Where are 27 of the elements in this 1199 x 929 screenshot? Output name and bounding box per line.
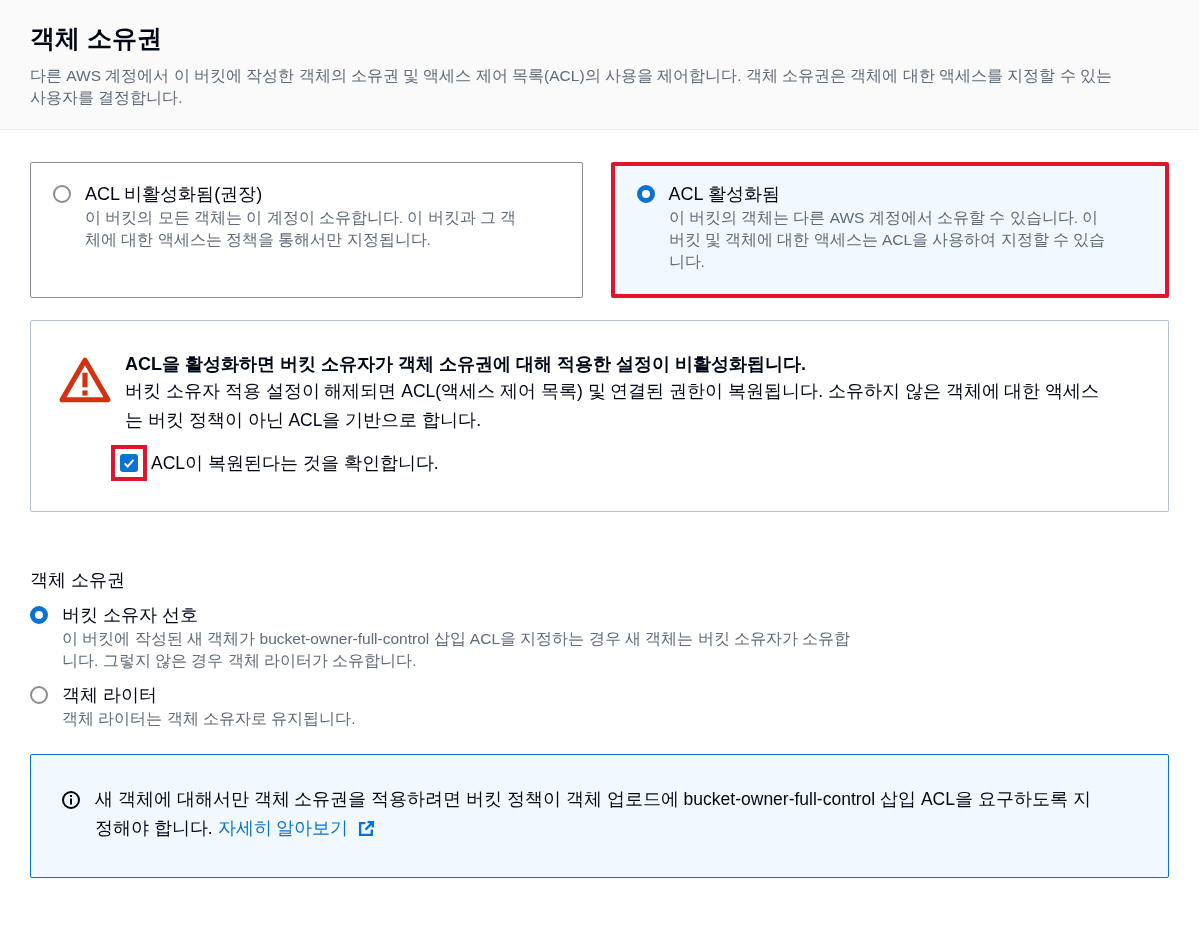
option-label: ACL 비활성화됨(권장): [85, 183, 264, 206]
option-label: ACL 활성화됨: [668, 183, 781, 206]
info-text: 새 객체에 대해서만 객체 소유권을 적용하려면 버킷 정책이 객체 업로드에 bucket-owner-full-control 삽입 ACL을 요구하도록 지정해야 합니다. 자세히 알아보기: [95, 788, 1092, 840]
option-description: 이 버킷의 모든 객체는 이 계정이 소유합니다. 이 버킷과 그 객체에 대한 액세스는 정책을 통해서만 지정됩니다.: [85, 208, 518, 250]
section-title: 객체 소유권: [30, 23, 163, 54]
option-description: 이 버킷의 객체는 다른 AWS 계정에서 소유할 수 있습니다. 이 버킷 및 객체에 대한 액세스는 ACL을 사용하여 지정할 수 있습니다.: [668, 208, 1107, 272]
checkmark-icon: [122, 456, 136, 470]
warning-icon: [59, 357, 111, 403]
warning-title: ACL을 활성화하면 버킷 소유자가 객체 소유권에 대해 적용한 설정이 비활성화됩니다.: [125, 353, 807, 376]
warning-text: 버킷 소유자 적용 설정이 해제되면 ACL(액세스 제어 목록) 및 연결된 권한이 복원됩니다. 소유하지 않은 객체에 대한 액세스는 버킷 정책이 아닌 ACL을 기반으로 합니다.: [125, 380, 1101, 432]
option-label: 버킷 소유자 선호: [62, 604, 199, 627]
checkbox-label: ACL이 복원된다는 것을 확인합니다.: [151, 452, 439, 475]
option-label: 객체 라이터: [62, 684, 158, 707]
option-tile[interactable]: ACL 활성화됨 이 버킷의 객체는 다른 AWS 계정에서 소유할 수 있습니다. 이 버킷 및 객체에 대한 액세스는 ACL을 사용하여 지정할 수 있습니다.: [610, 162, 1169, 298]
field-label: 객체 소유권: [30, 569, 126, 592]
option-tile[interactable]: ACL 비활성화됨(권장) 이 버킷의 모든 객체는 이 계정이 소유합니다. 이 버킷과 그 객체에 대한 액세스는 정책을 통해서만 지정됩니다.: [30, 162, 583, 298]
info-icon: [61, 790, 81, 810]
checkbox[interactable]: [120, 454, 138, 472]
radio-button[interactable]: [53, 185, 71, 203]
radio-button[interactable]: [636, 185, 655, 203]
external-link-icon: [358, 820, 376, 837]
learn-more-link[interactable]: 자세히 알아보기: [217, 818, 376, 838]
section-description: 다른 AWS 계정에서 이 버킷에 작성한 객체의 소유권 및 액세스 제어 목록(ACL)의 사용을 제어합니다. 객체 소유권은 객체에 대한 액세스를 지정할 수 있는 사용자를 결정합니다.: [30, 66, 1113, 108]
option-description: 객체 라이터는 객체 소유자로 유지됩니다.: [62, 709, 356, 729]
option-description: 이 버킷에 작성된 새 객체가 bucket-owner-full-control 삽입 ACL을 지정하는 경우 새 객체는 버킷 소유자가 소유합니다. 그렇지 않은 경우 객체 라이터가 소유합니다.: [62, 629, 852, 671]
radio-button[interactable]: [30, 606, 48, 624]
radio-button[interactable]: [30, 686, 48, 704]
